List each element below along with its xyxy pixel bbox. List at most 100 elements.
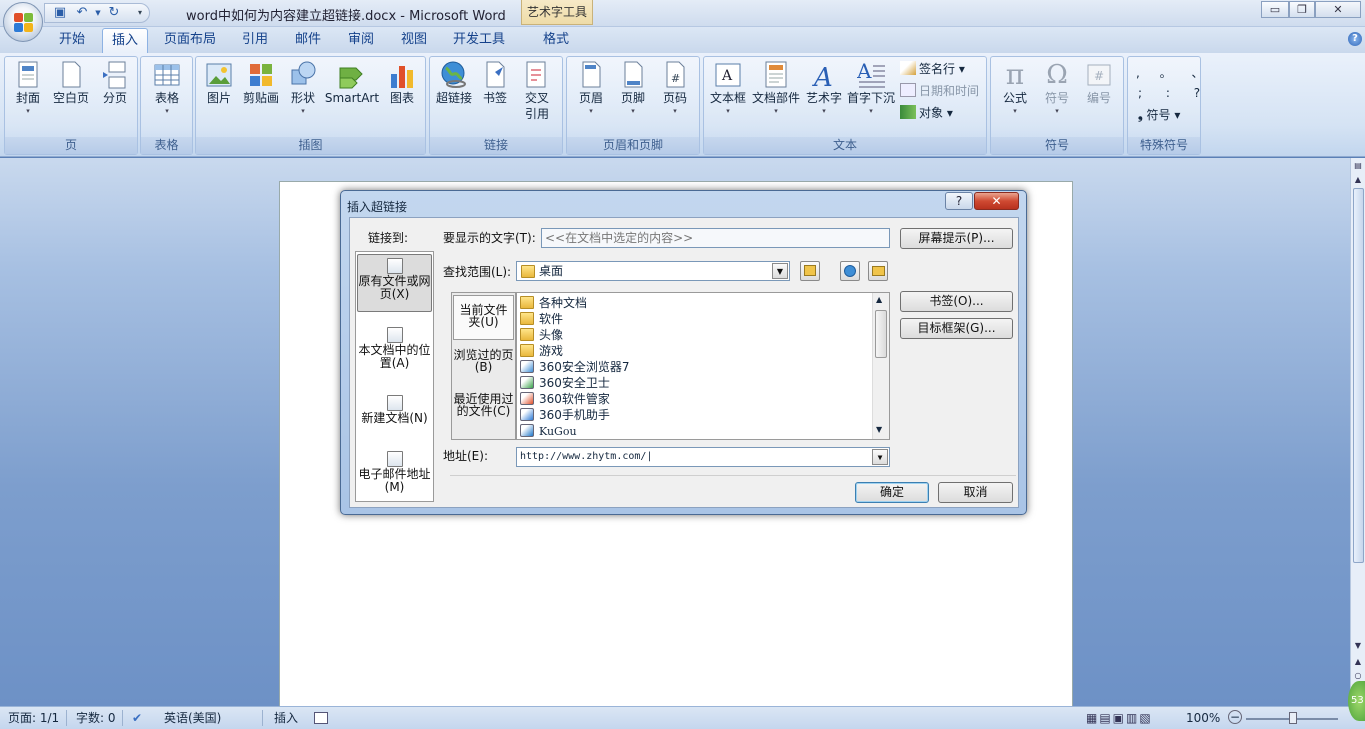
look-in-select[interactable]: 桌面 ▼ — [516, 261, 790, 281]
zoom-slider-thumb[interactable] — [1289, 712, 1297, 724]
address-input[interactable]: http://www.zhytm.com/| ▼ — [516, 447, 890, 467]
tab-page-layout[interactable]: 页面布局 — [156, 28, 224, 53]
shapes-button[interactable]: 形状 ▾ — [286, 60, 320, 116]
tab-insert[interactable]: 插入 — [102, 28, 148, 53]
close-window-button[interactable]: ✕ — [1315, 1, 1361, 18]
text-box-button[interactable]: A 文本框 ▾ — [706, 60, 750, 116]
office-button[interactable] — [3, 2, 43, 42]
file-list-item[interactable]: 头像 — [520, 327, 563, 343]
bookmark-button[interactable]: 书签 — [478, 60, 512, 106]
punctuation-row-1[interactable]: , 。 、 — [1136, 63, 1211, 83]
insert-mode[interactable]: 插入 — [274, 710, 298, 726]
file-scroll-down-icon[interactable]: ▼ — [876, 425, 882, 434]
zoom-level[interactable]: 100% — [1186, 710, 1220, 726]
tab-mailings[interactable]: 邮件 — [284, 28, 332, 53]
file-scroll-up-icon[interactable]: ▲ — [876, 295, 882, 304]
table-button[interactable]: 表格 ▾ — [149, 60, 185, 116]
cover-page-button[interactable]: 封面 ▾ — [11, 60, 45, 116]
drop-cap-button[interactable]: A 首字下沉 ▾ — [846, 59, 896, 116]
redo-icon[interactable]: ↻ — [105, 5, 123, 21]
display-text-input[interactable]: <<在文档中选定的内容>> — [541, 228, 890, 248]
macro-record-icon[interactable] — [314, 712, 328, 724]
link-new-document[interactable]: 新建文档(N) — [357, 392, 432, 436]
header-button[interactable]: 页眉 ▾ — [573, 60, 609, 116]
file-list-item[interactable]: 360安全浏览器7 — [520, 359, 630, 375]
minimize-button[interactable]: ▭ — [1261, 1, 1289, 18]
smartart-button[interactable]: SmartArt — [324, 60, 380, 106]
wordart-button[interactable]: A 艺术字 ▾ — [804, 60, 844, 116]
blank-page-button[interactable]: 空白页 — [49, 60, 93, 106]
hyperlink-button[interactable]: 超链接 — [434, 60, 474, 106]
browsed-pages-tab[interactable]: 浏览过的页(B) — [453, 349, 514, 383]
tab-review[interactable]: 审阅 — [337, 28, 385, 53]
tab-format[interactable]: 格式 — [532, 28, 580, 53]
cross-reference-button[interactable]: 交叉 引用 — [518, 60, 556, 122]
current-folder-tab[interactable]: 当前文件夹(U) — [453, 295, 514, 340]
page-number-button[interactable]: # 页码 ▾ — [657, 60, 693, 116]
page-break-button[interactable]: 分页 — [97, 60, 133, 106]
scroll-down-icon[interactable]: ▼ — [1352, 640, 1364, 652]
language-indicator[interactable]: 英语(美国) — [164, 710, 221, 726]
customize-qat-icon[interactable]: ▾ — [131, 5, 149, 21]
link-place-in-document[interactable]: 本文档中的位置(A) — [357, 324, 432, 378]
previous-page-icon[interactable]: ▲ — [1352, 656, 1364, 668]
look-in-dropdown-icon[interactable]: ▼ — [772, 263, 788, 279]
tab-view[interactable]: 视图 — [390, 28, 438, 53]
punctuation-row-2[interactable]: ; : ? — [1138, 83, 1210, 103]
page-count[interactable]: 页面: 1/1 — [8, 710, 59, 726]
tab-home[interactable]: 开始 — [48, 28, 96, 53]
file-list-scroll-thumb[interactable] — [875, 310, 887, 358]
target-frame-button[interactable]: 目标框架(G)... — [900, 318, 1013, 339]
date-time-button[interactable]: 日期和时间 — [900, 81, 979, 101]
screentip-button[interactable]: 屏幕提示(P)... — [900, 228, 1013, 249]
floating-badge[interactable]: 53 — [1348, 681, 1365, 721]
word-count[interactable]: 字数: 0 — [76, 710, 116, 726]
table-icon — [153, 60, 181, 90]
recent-files-tab[interactable]: 最近使用过的文件(C) — [453, 393, 514, 437]
number-button[interactable]: # 编号 — [1081, 60, 1117, 106]
ruler-toggle-icon[interactable]: ▤ — [1352, 160, 1364, 172]
file-list[interactable]: 各种文档 软件 头像 游戏 360安全浏览器7 360安全卫士 360软件管家 360手机助手… — [516, 292, 890, 440]
file-list-item[interactable]: 游戏 — [520, 343, 563, 359]
save-icon[interactable]: ▣ — [51, 5, 69, 21]
zoom-out-icon[interactable]: − — [1228, 710, 1242, 724]
footer-button[interactable]: 页脚 ▾ — [615, 60, 651, 116]
file-list-item[interactable]: 360手机助手 — [520, 407, 610, 423]
dialog-help-button[interactable]: ? — [945, 192, 973, 210]
clip-art-button[interactable]: 剪贴画 — [240, 60, 282, 106]
browse-web-button[interactable] — [840, 261, 860, 281]
dialog-close-button[interactable]: ✕ — [974, 192, 1019, 210]
proofing-icon[interactable]: ✔ — [132, 710, 142, 726]
bookmark-dialog-button[interactable]: 书签(O)... — [900, 291, 1013, 312]
link-existing-file-or-web[interactable]: 原有文件或网页(X) — [357, 254, 432, 312]
quick-parts-button[interactable]: 文档部件 ▾ — [750, 60, 802, 116]
tab-developer[interactable]: 开发工具 — [444, 28, 514, 53]
file-list-item[interactable]: KuGou — [520, 423, 577, 439]
scroll-up-icon[interactable]: ▲ — [1352, 174, 1364, 186]
symbol-button[interactable]: Ω 符号 ▾ — [1037, 60, 1077, 116]
cancel-button[interactable]: 取消 — [938, 482, 1013, 503]
help-icon[interactable]: ? — [1348, 32, 1362, 46]
file-list-item[interactable]: 360安全卫士 — [520, 375, 610, 391]
address-dropdown-icon[interactable]: ▼ — [872, 449, 888, 465]
file-list-item[interactable]: 软件 — [520, 311, 563, 327]
status-separator — [262, 710, 263, 726]
object-button[interactable]: 对象 ▾ — [900, 103, 953, 123]
up-one-folder-button[interactable] — [800, 261, 820, 281]
file-list-item[interactable]: 360软件管家 — [520, 391, 610, 407]
link-email-address[interactable]: 电子邮件地址(M) — [357, 448, 432, 500]
tab-references[interactable]: 引用 — [232, 28, 278, 53]
restore-button[interactable]: ❐ — [1289, 1, 1315, 18]
vertical-scrollbar[interactable]: ▤ ▲ ▼ ▲ ○ — [1350, 158, 1365, 706]
ok-button[interactable]: 确定 — [855, 482, 929, 503]
browse-file-button[interactable] — [868, 261, 888, 281]
view-buttons-icon[interactable]: ▦▤▣▥▧ — [1086, 710, 1153, 726]
equation-button[interactable]: π 公式 ▾ — [997, 60, 1033, 116]
signature-line-button[interactable]: 签名行 ▾ — [900, 59, 965, 79]
file-list-scrollbar[interactable]: ▲ ▼ — [872, 293, 889, 439]
scroll-thumb[interactable] — [1353, 188, 1364, 563]
file-list-item[interactable]: 各种文档 — [520, 295, 587, 311]
picture-button[interactable]: 图片 — [202, 60, 236, 106]
chart-button[interactable]: 图表 — [384, 60, 420, 106]
special-symbol-button[interactable]: ❟ 符号 ▾ — [1138, 105, 1180, 125]
